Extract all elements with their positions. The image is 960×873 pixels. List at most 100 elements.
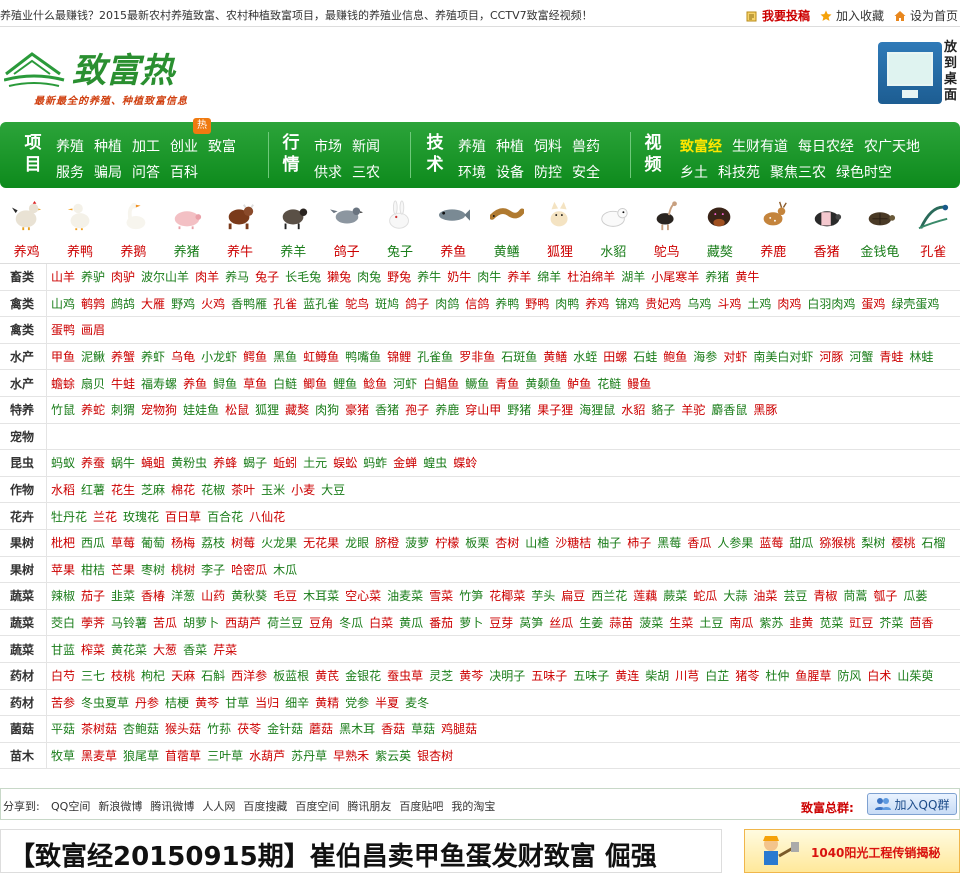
category-link[interactable]: 土鸡 (747, 295, 771, 312)
category-link[interactable]: 草菇 (411, 720, 435, 737)
category-link[interactable]: 黄花菜 (111, 641, 147, 658)
category-link[interactable]: 水蛭 (573, 348, 597, 365)
category-link[interactable]: 蛋鸡 (861, 295, 885, 312)
category-link[interactable]: 鲍鱼 (663, 348, 687, 365)
category-link[interactable]: 莲藕 (633, 587, 657, 604)
category-link[interactable]: 野鸡 (171, 295, 195, 312)
category-link[interactable]: 木瓜 (273, 561, 297, 578)
category-link[interactable]: 梨树 (861, 534, 885, 551)
category-link[interactable]: 兰花 (93, 508, 117, 525)
nav-link[interactable]: 养殖 (56, 136, 84, 156)
category-link[interactable]: 杏鲍菇 (123, 720, 159, 737)
category-link[interactable]: 雪菜 (429, 587, 453, 604)
category-link[interactable]: 半夏 (375, 694, 399, 711)
category-link[interactable]: 枇杷 (51, 534, 75, 551)
category-link[interactable]: 脐橙 (375, 534, 399, 551)
category-link[interactable]: 蚂蚁 (51, 454, 75, 471)
nav-link[interactable]: 百科 (170, 162, 198, 182)
category-link[interactable]: 海狸鼠 (579, 401, 615, 418)
category-link[interactable]: 茶叶 (231, 481, 255, 498)
category-link[interactable]: 红薯 (81, 481, 105, 498)
category-link[interactable]: 大豆 (321, 481, 345, 498)
category-link[interactable]: 野鸭 (525, 295, 549, 312)
category-link[interactable]: 茭白 (51, 614, 75, 631)
category-link[interactable]: 香菇 (381, 720, 405, 737)
category-link[interactable]: 芝麻 (141, 481, 165, 498)
category-link[interactable]: 火龙果 (261, 534, 297, 551)
category-link[interactable]: 野兔 (387, 268, 411, 285)
category-link[interactable]: 荔枝 (201, 534, 225, 551)
category-link[interactable]: 芒果 (111, 561, 135, 578)
category-link[interactable]: 娃娃鱼 (183, 401, 219, 418)
category-link[interactable]: 福寿螺 (141, 375, 177, 392)
category-link[interactable]: 鲶鱼 (363, 375, 387, 392)
category-link[interactable]: 银杏树 (417, 747, 453, 764)
animal-link[interactable]: 鸽子 (320, 196, 373, 262)
category-link[interactable]: 水貂 (621, 401, 645, 418)
category-link[interactable]: 牛蛙 (111, 375, 135, 392)
category-link[interactable]: 菠菜 (639, 614, 663, 631)
category-link[interactable]: 大葱 (153, 641, 177, 658)
category-link[interactable]: 甲鱼 (51, 348, 75, 365)
category-link[interactable]: 麦冬 (405, 694, 429, 711)
category-link[interactable]: 豆芽 (489, 614, 513, 631)
category-link[interactable]: 平菇 (51, 720, 75, 737)
category-link[interactable]: 柿子 (627, 534, 651, 551)
category-link[interactable]: 竹鼠 (51, 401, 75, 418)
category-link[interactable]: 枝桃 (111, 667, 135, 684)
category-link[interactable]: 河虾 (393, 375, 417, 392)
category-link[interactable]: 长毛兔 (285, 268, 321, 285)
category-link[interactable]: 蘑菇 (309, 720, 333, 737)
category-link[interactable]: 黄秋葵 (231, 587, 267, 604)
category-link[interactable]: 杨梅 (171, 534, 195, 551)
category-link[interactable]: 茄子 (81, 587, 105, 604)
category-link[interactable]: 西洋参 (231, 667, 267, 684)
category-link[interactable]: 茴香 (909, 614, 933, 631)
animal-link[interactable]: 养鸡 (0, 196, 53, 262)
category-link[interactable]: 鸡腿菇 (441, 720, 477, 737)
category-link[interactable]: 锦鸡 (615, 295, 639, 312)
category-link[interactable]: 草莓 (111, 534, 135, 551)
category-link[interactable]: 柚子 (597, 534, 621, 551)
category-link[interactable]: 毛豆 (273, 587, 297, 604)
category-link[interactable]: 乌鸡 (687, 295, 711, 312)
category-link[interactable]: 蓝莓 (759, 534, 783, 551)
category-link[interactable]: 山茱萸 (897, 667, 933, 684)
category-link[interactable]: 番茄 (429, 614, 453, 631)
animal-link[interactable]: 兔子 (373, 196, 426, 262)
category-link[interactable]: 哈密瓜 (231, 561, 267, 578)
nav-link[interactable]: 科技苑 (718, 162, 760, 182)
category-link[interactable]: 石蛙 (633, 348, 657, 365)
category-link[interactable]: 白菜 (369, 614, 393, 631)
category-link[interactable]: 三叶草 (207, 747, 243, 764)
category-link[interactable]: 肉鸽 (435, 295, 459, 312)
category-link[interactable]: 孢子 (405, 401, 429, 418)
category-link[interactable]: 波尔山羊 (141, 268, 189, 285)
category-link[interactable]: 马铃薯 (111, 614, 147, 631)
save-to-desktop-button[interactable]: 放到桌面 (878, 40, 960, 106)
category-link[interactable]: 养蜂 (213, 454, 237, 471)
category-link[interactable]: 山鸡 (51, 295, 75, 312)
category-link[interactable]: 大蒜 (723, 587, 747, 604)
category-link[interactable]: 黑木耳 (339, 720, 375, 737)
category-link[interactable]: 桔梗 (165, 694, 189, 711)
category-link[interactable]: 瓠子 (873, 587, 897, 604)
category-link[interactable]: 冬瓜 (339, 614, 363, 631)
category-link[interactable]: 黄芩 (195, 694, 219, 711)
category-link[interactable]: 养鸭 (495, 295, 519, 312)
category-link[interactable]: 胡萝卜 (183, 614, 219, 631)
category-link[interactable]: 黑莓 (657, 534, 681, 551)
category-link[interactable]: 杏树 (495, 534, 519, 551)
category-link[interactable]: 苦瓜 (153, 614, 177, 631)
category-link[interactable]: 油麦菜 (387, 587, 423, 604)
category-link[interactable]: 田螺 (603, 348, 627, 365)
category-link[interactable]: 细辛 (285, 694, 309, 711)
category-link[interactable]: 松鼠 (225, 401, 249, 418)
category-link[interactable]: 紫苏 (759, 614, 783, 631)
category-link[interactable]: 狼尾草 (123, 747, 159, 764)
ad-banner[interactable]: 1040阳光工程传销揭秘 (744, 829, 960, 873)
category-link[interactable]: 小麦 (291, 481, 315, 498)
category-link[interactable]: 生菜 (669, 614, 693, 631)
category-link[interactable]: 西兰花 (591, 587, 627, 604)
category-link[interactable]: 信鸽 (465, 295, 489, 312)
